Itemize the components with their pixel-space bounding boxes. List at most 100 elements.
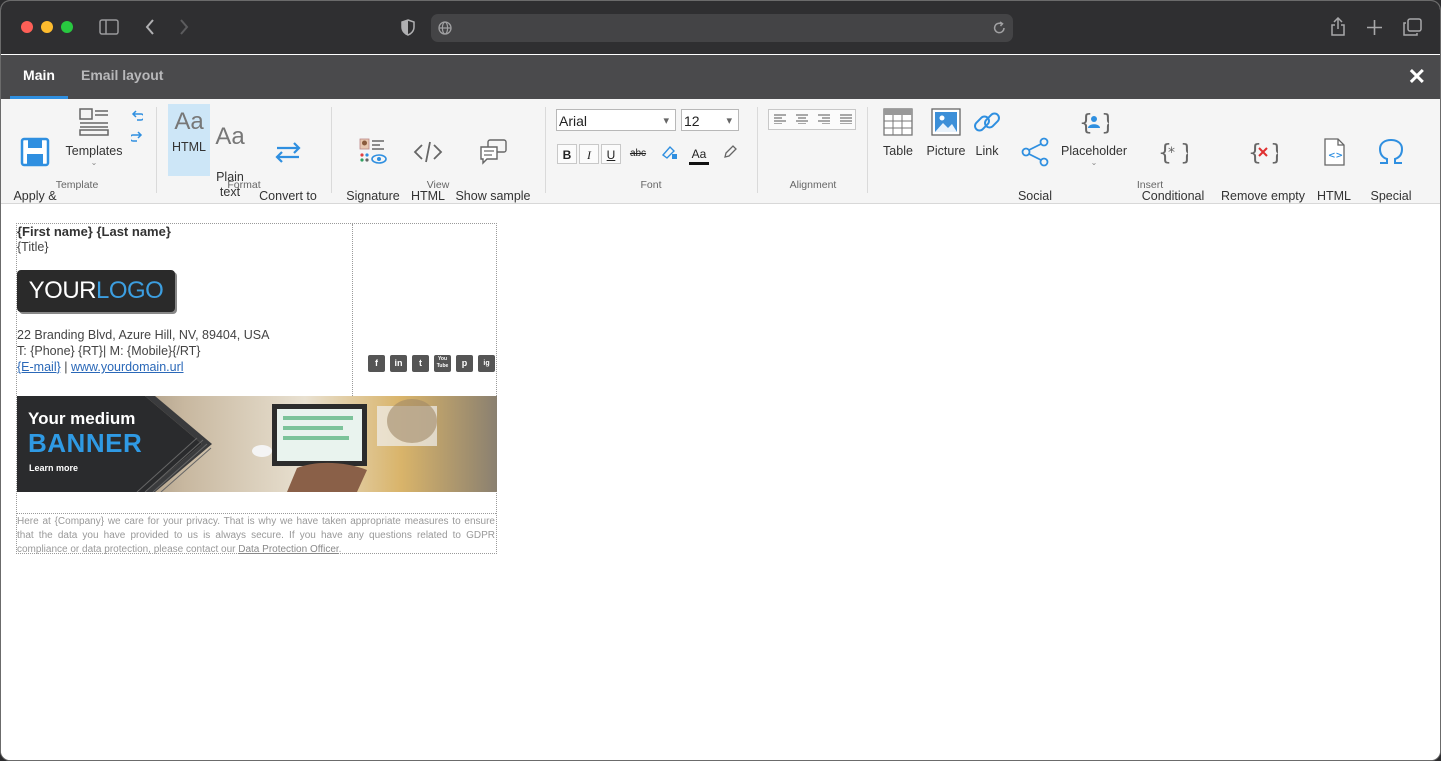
align-justify-button[interactable]: [835, 110, 857, 129]
banner-learn-more[interactable]: Learn more: [29, 463, 78, 473]
ribbon-separator: [331, 107, 332, 193]
highlight-color-button[interactable]: [659, 144, 679, 164]
zoom-window-button[interactable]: [61, 21, 73, 33]
signature-preview-button[interactable]: Signature preview: [345, 107, 401, 219]
pencil-icon: [722, 145, 738, 163]
company-logo[interactable]: YOURLOGO: [17, 270, 175, 312]
email-link[interactable]: {E-mail}: [17, 360, 61, 374]
signature-address[interactable]: 22 Branding Blvd, Azure Hill, NV, 89404,…: [17, 328, 269, 342]
apply-close-button[interactable]: Apply & Close: [10, 107, 60, 219]
chevron-down-icon: ▾: [663, 115, 669, 127]
group-label-insert: Insert: [1136, 179, 1164, 191]
sidebar-icon[interactable]: [99, 19, 119, 40]
tab-main[interactable]: Main: [10, 55, 68, 99]
social-link-button[interactable]: Social link: [1015, 107, 1055, 219]
align-right-button[interactable]: [813, 110, 835, 129]
insert-picture-button[interactable]: Picture: [924, 107, 968, 159]
font-size-select[interactable]: 12 ▾: [681, 109, 739, 131]
conditional-placeholder-icon: {}*: [1133, 122, 1213, 171]
tab-overview-icon[interactable]: [1403, 18, 1422, 41]
font-family-select[interactable]: Arial ▾: [556, 109, 676, 131]
html-format-icon: Aa: [174, 108, 204, 135]
save-icon: [10, 122, 60, 171]
html-format-button[interactable]: Aa HTML: [168, 104, 210, 176]
svg-text:{: {: [1079, 111, 1093, 136]
underline-button[interactable]: U: [601, 144, 621, 164]
back-icon[interactable]: [145, 19, 155, 40]
signature-editor[interactable]: {First name} {Last name} {Title} YOURLOG…: [1, 204, 1440, 760]
conditional-placeholder-button[interactable]: {}* Conditional placeholder: [1133, 107, 1213, 219]
chat-bubbles-icon: [455, 122, 531, 171]
facebook-icon[interactable]: f: [368, 355, 385, 372]
html-snippet-button[interactable]: <> HTML snippet: [1311, 107, 1357, 219]
remove-empty-placeholder-button[interactable]: {} Remove empty placeholder: [1217, 107, 1309, 219]
website-link[interactable]: www.yourdomain.url: [71, 360, 184, 374]
close-window-button[interactable]: [21, 21, 33, 33]
ribbon-separator: [545, 107, 546, 193]
share-nodes-icon: [1015, 122, 1055, 171]
html-format-label: HTML: [171, 140, 207, 154]
special-character-button[interactable]: Special character: [1363, 107, 1419, 219]
signature-banner[interactable]: Your medium BANNER Learn more: [17, 396, 497, 492]
placeholder-icon: {}: [1061, 107, 1127, 141]
clear-format-button[interactable]: [720, 144, 740, 164]
templates-icon: [65, 107, 123, 141]
strikethrough-button[interactable]: abc: [628, 144, 648, 164]
undo-icon[interactable]: [131, 109, 145, 127]
linkedin-icon[interactable]: in: [390, 355, 407, 372]
redo-icon[interactable]: [129, 130, 143, 148]
ribbon-separator: [156, 107, 157, 193]
privacy-shield-icon[interactable]: [401, 19, 415, 41]
signature-name[interactable]: {First name} {Last name}: [17, 224, 171, 239]
plain-text-icon: Aa: [215, 123, 245, 150]
align-left-icon: [774, 114, 786, 124]
instagram-icon[interactable]: ig: [478, 355, 495, 372]
code-icon: [406, 122, 450, 171]
address-bar[interactable]: [431, 14, 1013, 42]
globe-icon: [438, 21, 452, 40]
insert-table-button[interactable]: Table: [879, 107, 917, 159]
banner-title: BANNER: [28, 428, 143, 458]
youtube-icon[interactable]: You Tube: [434, 355, 451, 372]
italic-button[interactable]: I: [579, 144, 599, 164]
align-left-button[interactable]: [769, 110, 791, 129]
browser-window: Main Email layout ✕ Apply & Close Templa…: [0, 0, 1441, 761]
privacy-disclaimer[interactable]: Here at {Company} we care for your priva…: [17, 515, 495, 557]
placeholder-label: Placeholder: [1061, 144, 1128, 158]
tab-email-layout[interactable]: Email layout: [81, 55, 163, 99]
signature-title[interactable]: {Title}: [17, 240, 49, 254]
align-center-button[interactable]: [791, 110, 813, 129]
remove-placeholder-icon: {}: [1217, 122, 1309, 171]
close-editor-button[interactable]: ✕: [1408, 66, 1426, 88]
placeholder-button[interactable]: {} Placeholder ⌄: [1061, 107, 1127, 167]
svg-text:{: {: [1248, 141, 1262, 166]
signature-phone[interactable]: T: {Phone} {RT}| M: {Mobile}{/RT}: [17, 344, 200, 358]
svg-text:}: }: [1101, 111, 1109, 136]
sample-thread-button[interactable]: Show sample email thread: [455, 107, 531, 219]
forward-icon[interactable]: [179, 19, 189, 40]
pinterest-icon[interactable]: p: [456, 355, 473, 372]
svg-text:*: *: [1168, 145, 1175, 161]
insert-link-button[interactable]: Link: [971, 107, 1003, 159]
logo-text-part1: YOUR: [28, 277, 97, 304]
minimize-window-button[interactable]: [41, 21, 53, 33]
chevron-down-icon: ⌄: [90, 158, 98, 167]
new-tab-icon[interactable]: [1367, 20, 1382, 40]
signature-table[interactable]: {First name} {Last name} {Title} YOURLOG…: [16, 223, 497, 557]
svg-text:}: }: [1180, 141, 1188, 166]
data-protection-link[interactable]: Data Protection Officer: [238, 544, 338, 555]
font-color-button[interactable]: Aa: [689, 144, 709, 165]
templates-button[interactable]: Templates ⌄: [65, 107, 123, 167]
twitter-icon[interactable]: t: [412, 355, 429, 372]
reload-icon[interactable]: [993, 21, 1006, 40]
chevron-down-icon: ⌄: [1090, 158, 1098, 167]
convert-plain-text-button[interactable]: Convert to plain text: [255, 107, 321, 219]
templates-label: Templates: [65, 144, 123, 158]
share-icon[interactable]: [1330, 16, 1346, 41]
group-label-format: Format: [227, 179, 261, 191]
bold-button[interactable]: B: [557, 144, 577, 164]
picture-icon: [924, 107, 968, 141]
html-source-button[interactable]: HTML source: [406, 107, 450, 219]
signature-preview-icon: [345, 122, 401, 171]
svg-text:<>: <>: [1328, 151, 1343, 161]
